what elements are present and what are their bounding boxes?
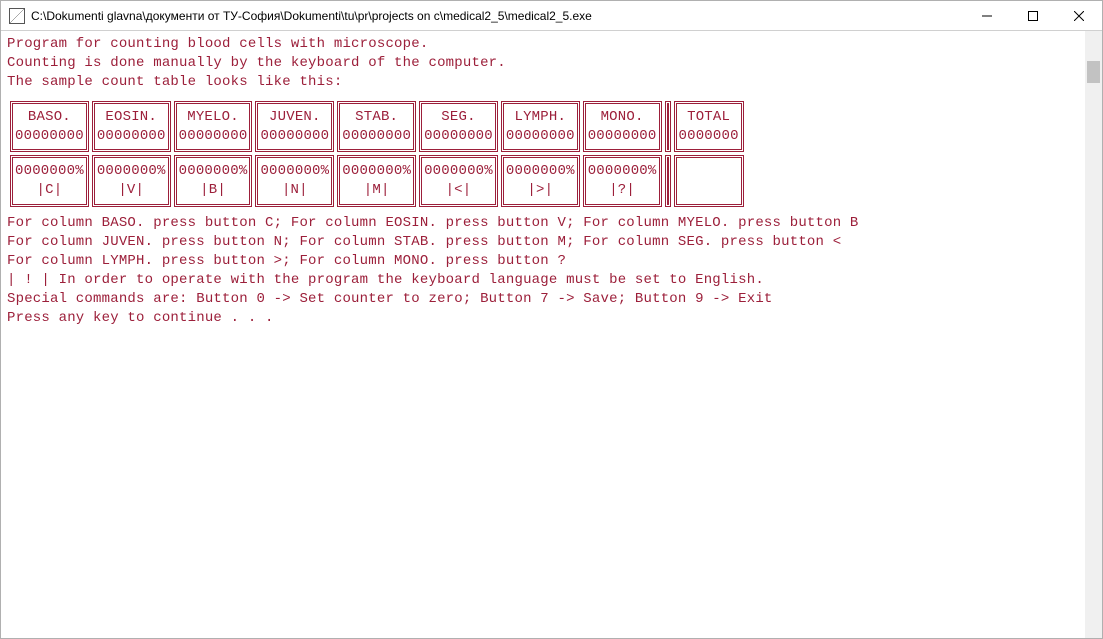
- pct-myelo: 0000000%|B|: [174, 155, 253, 207]
- intro-line: The sample count table looks like this:: [7, 73, 1096, 92]
- table-header-row: BASO.00000000 EOSIN.00000000 MYELO.00000…: [10, 101, 744, 153]
- col-spacer: [665, 155, 671, 207]
- instr-line: | ! | In order to operate with the progr…: [7, 271, 1096, 290]
- maximize-button[interactable]: [1010, 1, 1056, 31]
- app-window: C:\Dokumenti glavna\документи от ТУ-Софи…: [0, 0, 1103, 639]
- instructions: For column BASO. press button C; For col…: [7, 214, 1096, 327]
- pct-lymph: 0000000%|>|: [501, 155, 580, 207]
- pct-eosin: 0000000%|V|: [92, 155, 171, 207]
- col-lymph: LYMPH.00000000: [501, 101, 580, 153]
- pct-baso: 0000000%|C|: [10, 155, 89, 207]
- titlebar: C:\Dokumenti glavna\документи от ТУ-Софи…: [1, 1, 1102, 31]
- minimize-button[interactable]: [964, 1, 1010, 31]
- col-seg: SEG.00000000: [419, 101, 498, 153]
- scrollbar-thumb[interactable]: [1087, 61, 1100, 83]
- col-myelo: MYELO.00000000: [174, 101, 253, 153]
- col-total: TOTAL0000000: [674, 101, 744, 153]
- col-spacer: [665, 101, 671, 153]
- col-stab: STAB.00000000: [337, 101, 416, 153]
- pct-total-empty: [674, 155, 744, 207]
- pct-stab: 0000000%|M|: [337, 155, 416, 207]
- app-icon: [9, 8, 25, 24]
- pct-seg: 0000000%|<|: [419, 155, 498, 207]
- vertical-scrollbar[interactable]: [1085, 31, 1102, 638]
- intro-line: Program for counting blood cells with mi…: [7, 35, 1096, 54]
- pct-juven: 0000000%|N|: [255, 155, 334, 207]
- instr-line: For column JUVEN. press button N; For co…: [7, 233, 1096, 252]
- console-area[interactable]: Program for counting blood cells with mi…: [1, 31, 1102, 638]
- col-eosin: EOSIN.00000000: [92, 101, 171, 153]
- press-any-key: Press any key to continue . . .: [7, 309, 1096, 328]
- intro-text: Program for counting blood cells with mi…: [7, 35, 1096, 92]
- instr-line: For column BASO. press button C; For col…: [7, 214, 1096, 233]
- instr-line: Special commands are: Button 0 -> Set co…: [7, 290, 1096, 309]
- window-title: C:\Dokumenti glavna\документи от ТУ-Софи…: [31, 9, 964, 23]
- table-pct-row: 0000000%|C| 0000000%|V| 0000000%|B| 0000…: [10, 155, 744, 207]
- intro-line: Counting is done manually by the keyboar…: [7, 54, 1096, 73]
- col-juven: JUVEN.00000000: [255, 101, 334, 153]
- col-mono: MONO.00000000: [583, 101, 662, 153]
- col-baso: BASO.00000000: [10, 101, 89, 153]
- close-button[interactable]: [1056, 1, 1102, 31]
- sample-count-table: BASO.00000000 EOSIN.00000000 MYELO.00000…: [7, 98, 747, 211]
- pct-mono: 0000000%|?|: [583, 155, 662, 207]
- instr-line: For column LYMPH. press button >; For co…: [7, 252, 1096, 271]
